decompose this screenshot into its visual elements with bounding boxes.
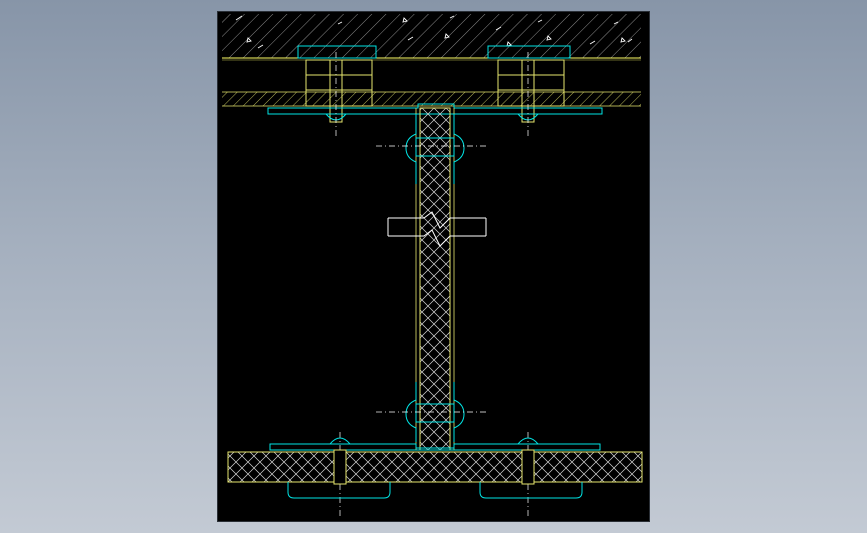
top-right-anchor-block	[497, 59, 565, 123]
bottom-base-layer	[227, 451, 643, 483]
cad-drawing-svg	[222, 14, 643, 518]
bottom-right-bolt	[521, 449, 535, 485]
concrete-slab	[222, 14, 641, 61]
bottom-left-bolt	[333, 449, 347, 485]
top-left-anchor-block	[305, 59, 373, 123]
vertical-panel	[415, 107, 455, 451]
cad-drawing-canvas	[217, 11, 650, 522]
